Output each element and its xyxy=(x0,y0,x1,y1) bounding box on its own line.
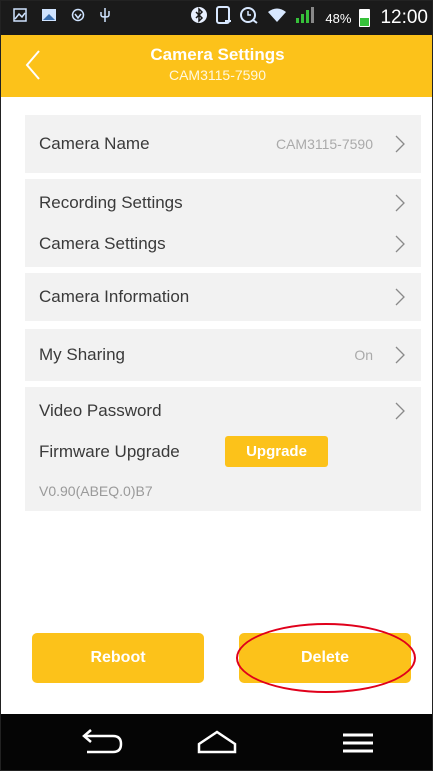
security-firmware-card: Video Password Firmware Upgrade V0.90(AB… xyxy=(25,387,421,511)
video-password-row[interactable]: Video Password xyxy=(25,393,421,429)
chevron-right-icon xyxy=(395,402,405,420)
chevron-right-icon xyxy=(395,235,405,253)
camera-name-value: CAM3115-7590 xyxy=(275,136,373,152)
phone-screen: 48% 12:00 Camera Settings CAM3115-7590 C… xyxy=(0,0,433,771)
chevron-right-icon xyxy=(395,194,405,212)
wifi-icon xyxy=(267,7,287,29)
chevron-right-icon xyxy=(395,288,405,306)
image-icon xyxy=(13,7,27,29)
recording-settings-row[interactable]: Recording Settings xyxy=(25,185,421,221)
camera-information-label: Camera Information xyxy=(39,287,190,306)
camera-name-label: Camera Name xyxy=(39,134,150,153)
nfc-icon xyxy=(215,6,232,30)
video-password-label: Video Password xyxy=(39,401,162,420)
nav-home-button[interactable] xyxy=(187,724,247,762)
clock: 12:00 xyxy=(380,7,428,28)
bluetooth-icon xyxy=(191,6,208,30)
settings-group-card: Recording Settings Camera Settings xyxy=(25,179,421,267)
settings-content: Camera Name CAM3115-7590 Recording Setti… xyxy=(1,97,432,714)
battery-percent: 48% xyxy=(325,10,352,26)
camera-settings-label: Camera Settings xyxy=(39,234,166,253)
usb-icon xyxy=(99,7,111,30)
home-icon xyxy=(197,730,237,754)
shield-icon xyxy=(71,7,85,29)
my-sharing-row[interactable]: My Sharing On xyxy=(25,337,421,373)
camera-information-card: Camera Information xyxy=(25,273,421,321)
camera-name-card: Camera Name CAM3115-7590 xyxy=(25,115,421,173)
firmware-version: V0.90(ABEQ.0)B7 xyxy=(39,483,153,499)
camera-settings-row[interactable]: Camera Settings xyxy=(25,226,421,262)
chevron-right-icon xyxy=(395,346,405,364)
back-icon xyxy=(82,729,123,754)
screen-icon xyxy=(41,7,57,29)
my-sharing-card: My Sharing On xyxy=(25,329,421,381)
firmware-upgrade-label: Firmware Upgrade xyxy=(39,442,180,461)
my-sharing-label: My Sharing xyxy=(39,345,125,364)
nav-back-button[interactable] xyxy=(71,724,131,762)
reboot-button[interactable]: Reboot xyxy=(32,633,204,683)
upgrade-button[interactable]: Upgrade xyxy=(225,436,328,467)
page-subtitle: CAM3115-7590 xyxy=(168,67,267,83)
recording-settings-label: Recording Settings xyxy=(39,193,183,212)
status-bar: 48% 12:00 xyxy=(1,1,432,35)
nav-menu-button[interactable] xyxy=(329,724,389,762)
battery-icon xyxy=(359,9,371,27)
firmware-upgrade-row: Firmware Upgrade xyxy=(25,434,421,470)
app-header: Camera Settings CAM3115-7590 xyxy=(1,35,432,97)
delete-button[interactable]: Delete xyxy=(239,633,411,683)
chevron-right-icon xyxy=(395,135,405,153)
signal-icon xyxy=(295,6,317,30)
my-sharing-value: On xyxy=(354,347,373,363)
camera-name-row[interactable]: Camera Name CAM3115-7590 xyxy=(25,126,421,162)
alarm-icon xyxy=(239,6,259,30)
camera-information-row[interactable]: Camera Information xyxy=(25,279,421,315)
menu-icon xyxy=(343,733,373,753)
nav-bar xyxy=(1,714,432,770)
page-title: Camera Settings xyxy=(150,45,285,64)
